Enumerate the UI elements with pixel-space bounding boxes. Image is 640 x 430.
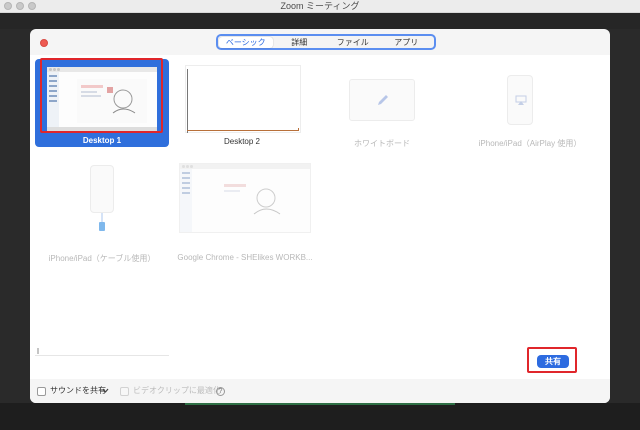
tile-label: iPhone/iPad（AirPlay 使用） (478, 139, 582, 148)
share-indicator-line (185, 403, 455, 405)
tile-label: Desktop 2 (223, 137, 261, 146)
tile-iphone-cable[interactable]: iPhone/iPad（ケーブル使用） (35, 153, 169, 263)
phone-preview (507, 75, 533, 125)
meeting-toolbar-area (0, 403, 640, 430)
tile-chrome-window[interactable]: Google Chrome - SHElikes WORKB... (175, 153, 315, 263)
tile-desktop-1[interactable]: Desktop 1 (35, 59, 169, 147)
tile-label: ホワイトボード (354, 139, 410, 148)
tab-apps[interactable]: アプリ (380, 37, 434, 48)
whiteboard-preview (349, 79, 415, 121)
dialog-close-icon[interactable] (40, 39, 48, 47)
partial-preview-marker (37, 348, 39, 354)
help-icon[interactable]: ? (216, 387, 225, 396)
tile-label: Google Chrome - SHElikes WORKB... (177, 253, 313, 262)
browser-thumbnail (179, 163, 311, 233)
partial-preview (35, 355, 169, 356)
tile-desktop-2[interactable]: Desktop 2 (175, 59, 309, 147)
airplay-icon (515, 95, 527, 105)
meeting-background-top (0, 13, 640, 29)
tile-iphone-airplay[interactable]: iPhone/iPad（AirPlay 使用） (455, 59, 605, 148)
share-sound-label: サウンドを共有 (50, 386, 106, 395)
dialog-footer: サウンドを共有 ビデオクリップに最適化 ? (30, 379, 610, 403)
window-titlebar: Zoom ミーティング (0, 0, 640, 13)
share-sound-checkbox[interactable] (37, 387, 46, 396)
optimize-video-label: ビデオクリップに最適化 (133, 386, 221, 395)
chevron-down-icon[interactable] (102, 388, 109, 394)
tile-label: Desktop 1 (82, 136, 122, 145)
share-options-grid: Desktop 1 Desktop 2 ホワイトボード iPhone/iPad（… (30, 55, 610, 379)
share-tabs: ベーシック 詳細 ファイル アプリ (216, 34, 436, 50)
pencil-icon (378, 95, 388, 105)
tile-label: iPhone/iPad（ケーブル使用） (48, 254, 156, 263)
desktop-thumbnail (185, 65, 301, 133)
cable-icon (99, 213, 105, 231)
tab-advanced[interactable]: 詳細 (273, 37, 327, 48)
tab-basic[interactable]: ベーシック (219, 36, 273, 48)
desktop-thumbnail (47, 67, 157, 131)
share-screen-dialog: ベーシック 詳細 ファイル アプリ Desktop 1 Desktop 2 ホワ… (30, 29, 610, 403)
share-button[interactable]: 共有 (537, 355, 569, 368)
window-title: Zoom ミーティング (280, 1, 360, 11)
tab-files[interactable]: ファイル (326, 37, 380, 48)
phone-preview (90, 165, 114, 213)
tile-whiteboard[interactable]: ホワイトボード (315, 59, 449, 148)
optimize-video-checkbox[interactable] (120, 387, 129, 396)
